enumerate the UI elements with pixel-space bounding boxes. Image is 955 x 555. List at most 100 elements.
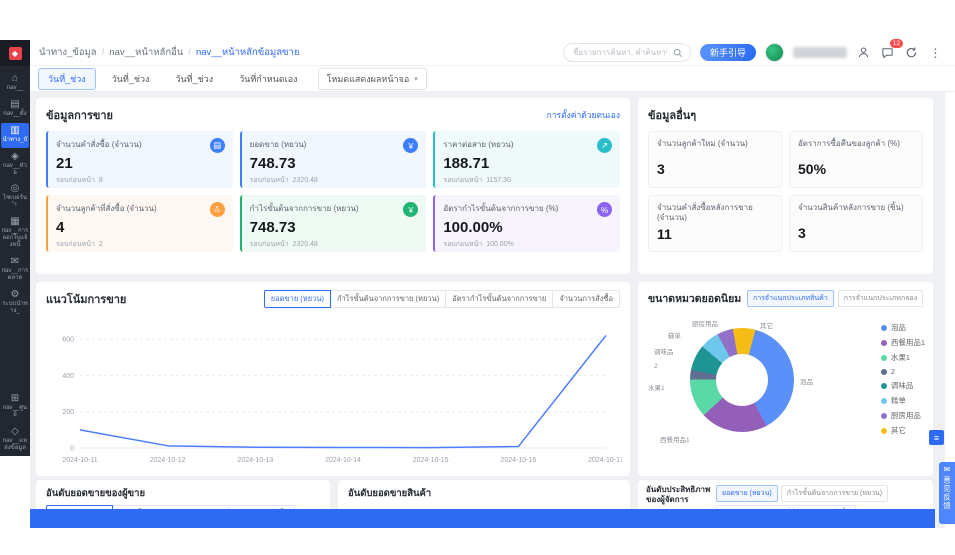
period-tab-custom[interactable]: วันที่กำหนดเอง bbox=[229, 68, 307, 90]
donut-label: 2 bbox=[654, 363, 658, 370]
legend-item[interactable]: 泡品 bbox=[881, 322, 925, 333]
metric-repurchase-rate: อัตราการซื้อคืนของลูกค้า (%) 50% bbox=[789, 131, 923, 188]
svg-text:0: 0 bbox=[70, 446, 74, 453]
avatar[interactable] bbox=[765, 43, 784, 62]
period-tab-bar: วันที่_ช่วง วันที่_ช่วง วันที่_ช่วง วันท… bbox=[30, 66, 955, 92]
top-bar: นำทาง_ข้อมูล / nav__หน้าหลักอื่น / nav__… bbox=[30, 40, 955, 66]
trend-tab-sales[interactable]: ยอดขาย (หยวน) bbox=[264, 290, 331, 308]
breadcrumb-item[interactable]: นำทาง_ข้อมูล bbox=[39, 45, 97, 60]
sidebar-item-data[interactable]: ◇ nav__แหล่งข้อมูล bbox=[1, 424, 29, 456]
donut-label: 糕单 bbox=[668, 330, 681, 340]
top-category-card: ขนาดหมวดยอดนิยม การจำแนกประเภทสินค้า การ… bbox=[638, 282, 933, 476]
donut-legend: 泡品 西餐用品1 水果1 2 调味品 糕单 厨房用品 其它 bbox=[881, 322, 925, 436]
kpi-buyer-count: จำนวนลูกค้าที่สั่งซื้อ (จำนวน) 4 รอบก่อน… bbox=[46, 195, 233, 252]
svg-text:2024-10-17: 2024-10-17 bbox=[588, 457, 622, 464]
donut-label: 其它 bbox=[760, 320, 773, 330]
seller-rank-title: อันดับยอดขายของผู้ขาย bbox=[46, 486, 320, 501]
period-tab-0[interactable]: วันที่_ช่วง bbox=[38, 68, 96, 90]
other-data-card: ข้อมูลอื่นๆ จำนวนลูกค้าใหม่ (จำนวน) 3 อั… bbox=[638, 98, 933, 274]
legend-item[interactable]: 2 bbox=[881, 367, 925, 376]
legend-dot bbox=[881, 383, 887, 389]
more-icon[interactable]: ⋮ bbox=[928, 45, 943, 60]
grid-icon: ▦ bbox=[10, 217, 19, 227]
legend-item[interactable]: 水果1 bbox=[881, 352, 925, 363]
trend-tab-profit[interactable]: กำไรขั้นต้นจากการขาย (หยวน) bbox=[331, 290, 446, 308]
message-badge: 12 bbox=[890, 39, 903, 48]
messages-icon[interactable]: 12 bbox=[880, 45, 895, 60]
trend-tab-margin[interactable]: อัตรากำไรขั้นต้นจากการขาย bbox=[446, 290, 553, 308]
kpi-order-count: จำนวนคำสั่งซื้อ (จำนวน) 21 รอบก่อนหน้า 8… bbox=[46, 131, 233, 188]
target-icon: ◎ bbox=[11, 184, 20, 194]
sidebar-item-marketing[interactable]: ✉ nav__การตลาด bbox=[1, 254, 29, 286]
refresh-icon[interactable] bbox=[904, 45, 919, 60]
custom-settings-link[interactable]: การตั้งค่าด้วยตนเอง bbox=[547, 108, 620, 122]
trend-card-title: แนวโน้มการขาย bbox=[46, 290, 126, 308]
period-tab-2[interactable]: วันที่_ช่วง bbox=[165, 68, 223, 90]
chart-icon: ▥ bbox=[10, 126, 19, 136]
svg-text:2024-10-12: 2024-10-12 bbox=[150, 457, 186, 464]
feedback-tab[interactable]: ✉ 意见反馈 bbox=[939, 462, 955, 524]
svg-text:600: 600 bbox=[62, 337, 74, 344]
feedback-icon: ✉ bbox=[944, 466, 951, 474]
category-tab-product[interactable]: การจำแนกประเภทสินค้า bbox=[747, 290, 834, 307]
kpi-gross-margin: อัตรากำไรขั้นต้นจากการขาย (%) 100.00% รอ… bbox=[433, 195, 620, 252]
chevron-down-icon: ▾ bbox=[414, 75, 418, 83]
trend-tab-orders[interactable]: จำนวนการสั่งซื้อ bbox=[553, 290, 620, 308]
panel-toggle-button[interactable]: ≡ bbox=[929, 430, 944, 445]
global-search[interactable] bbox=[563, 43, 691, 62]
sales-card-title: ข้อมูลการขาย bbox=[46, 106, 113, 124]
period-tab-1[interactable]: วันที่_ช่วง bbox=[102, 68, 160, 90]
legend-item[interactable]: 糕单 bbox=[881, 395, 925, 406]
manager-tab-profit[interactable]: กำไรขั้นต้นจากการขาย (หยวน) bbox=[781, 485, 888, 502]
legend-dot bbox=[881, 355, 887, 361]
data-icon: ◇ bbox=[11, 427, 19, 437]
svg-text:2024-10-16: 2024-10-16 bbox=[500, 457, 536, 464]
user-add-icon[interactable] bbox=[856, 45, 871, 60]
svg-text:400: 400 bbox=[62, 373, 74, 380]
kpi-gross-profit: กำไรขั้นต้นจากการขาย (หยวน) 748.73 รอบก่… bbox=[240, 195, 427, 252]
breadcrumb-item[interactable]: nav__หน้าหลักอื่น bbox=[109, 45, 183, 60]
breadcrumb-separator: / bbox=[188, 47, 191, 58]
mail-icon: ✉ bbox=[11, 257, 19, 267]
category-card-title: ขนาดหมวดยอดนิยม bbox=[648, 290, 741, 307]
sidebar-item-products[interactable]: ◈ nav__หัวอ bbox=[1, 149, 29, 181]
search-input[interactable] bbox=[571, 47, 669, 58]
percent-icon: % bbox=[597, 202, 612, 217]
order-icon: ▤ bbox=[210, 138, 225, 153]
sidebar-item-apps[interactable]: ⊞ nav__ศูนย์ bbox=[1, 391, 29, 423]
svg-text:2024-10-15: 2024-10-15 bbox=[413, 457, 449, 464]
svg-text:2024-10-13: 2024-10-13 bbox=[237, 457, 273, 464]
user-name-redacted bbox=[793, 47, 847, 58]
sidebar-item-settings[interactable]: ▤ nav__ตั้ง bbox=[1, 97, 29, 122]
legend-item[interactable]: 其它 bbox=[881, 425, 925, 436]
display-mode-dropdown[interactable]: โหมดแสดงผลหน้าจอ ▾ bbox=[318, 68, 427, 90]
sidebar-item-invoice[interactable]: ▦ nav__การออกใบแจ้งหนี้ bbox=[1, 214, 29, 253]
sidebar-item-system[interactable]: ⚙ ระบบนำทาง_ bbox=[1, 287, 29, 319]
donut-chart[interactable] bbox=[690, 328, 794, 432]
other-card-title: ข้อมูลอื่นๆ bbox=[648, 106, 696, 124]
sidebar-item-home[interactable]: ⌂ nav__ bbox=[1, 71, 29, 96]
diamond-icon: ◈ bbox=[11, 152, 19, 162]
trend-icon: ↗ bbox=[597, 138, 612, 153]
manager-tab-sales[interactable]: ยอดขาย (หยวน) bbox=[716, 485, 778, 502]
donut-label: 厨房用品 bbox=[692, 318, 718, 328]
trend-metric-switcher: ยอดขาย (หยวน) กำไรขั้นต้นจากการขาย (หยวน… bbox=[264, 290, 620, 308]
legend-dot bbox=[881, 428, 887, 434]
legend-item[interactable]: 调味品 bbox=[881, 380, 925, 391]
customer-icon: ♙ bbox=[210, 202, 225, 217]
legend-dot bbox=[881, 340, 887, 346]
newbie-guide-button[interactable]: 新手引导 bbox=[700, 44, 756, 61]
sidebar: ⌂ nav__ ▤ nav__ตั้ง ▥ นำทาง_บั ◈ nav__หั… bbox=[0, 66, 30, 456]
breadcrumb: นำทาง_ข้อมูล / nav__หน้าหลักอื่น / nav__… bbox=[39, 45, 299, 60]
sidebar-item-dashboard[interactable]: ▥ นำทาง_บั bbox=[1, 123, 29, 148]
legend-item[interactable]: 厨房用品 bbox=[881, 410, 925, 421]
product-rank-title: อันดับยอดขายสินค้า bbox=[348, 486, 620, 501]
metric-new-customers: จำนวนลูกค้าใหม่ (จำนวน) 3 bbox=[648, 131, 782, 188]
sidebar-item-network[interactable]: ◎ ไซเบอร์นำ bbox=[1, 181, 29, 213]
breadcrumb-item-current: nav__หน้าหลักข้อมูลขาย bbox=[196, 45, 300, 60]
trend-chart: 02004006002024-10-112024-10-122024-10-13… bbox=[44, 318, 622, 468]
kpi-sales-amount: ยอดขาย (หยวน) 748.73 รอบก่อนหน้า 2320.48… bbox=[240, 131, 427, 188]
gear-icon: ⚙ bbox=[11, 290, 20, 300]
category-tab-warehouse[interactable]: การจำแนกประเภทกลอง bbox=[838, 290, 923, 307]
legend-item[interactable]: 西餐用品1 bbox=[881, 337, 925, 348]
